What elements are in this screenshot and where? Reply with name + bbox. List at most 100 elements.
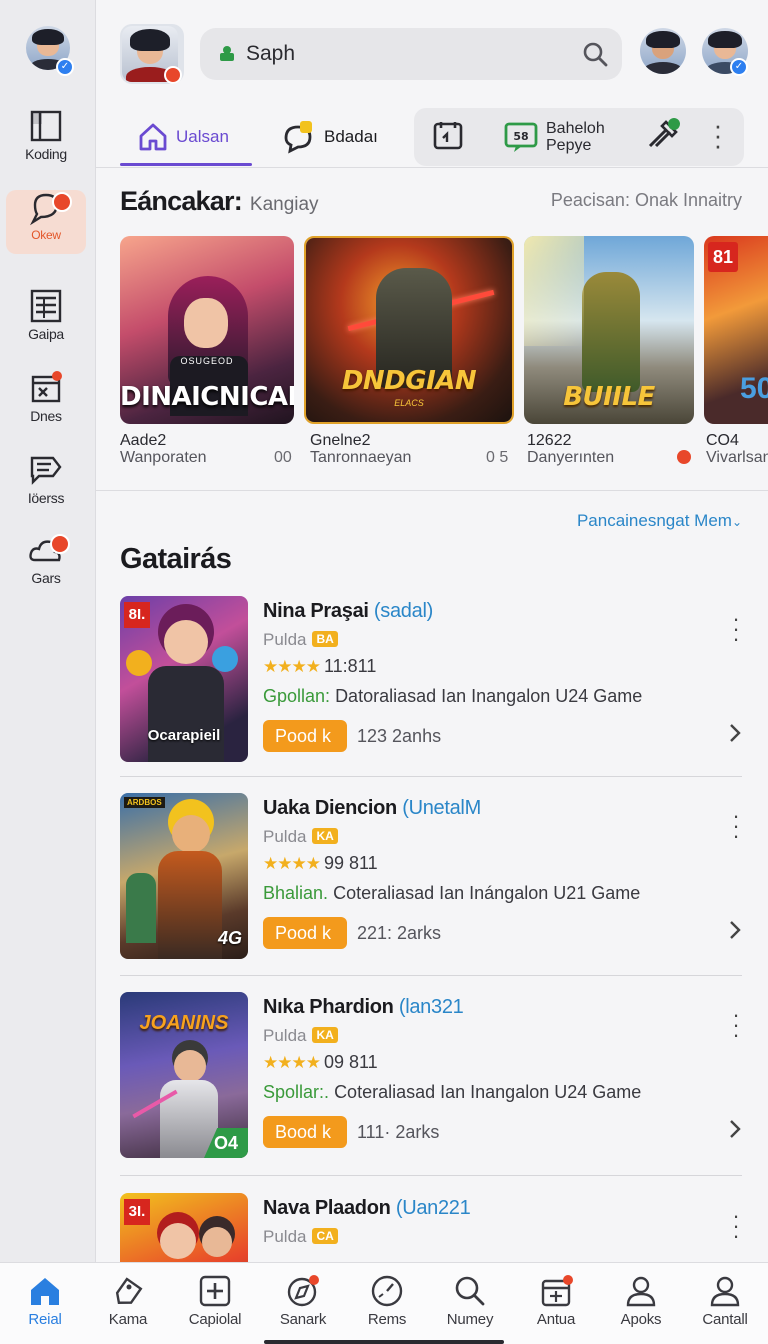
card-author: Vivarlsan: [706, 449, 768, 466]
chevron-right-icon[interactable]: [728, 919, 742, 941]
book-icon: [30, 110, 62, 142]
publisher-name: Pulda: [263, 1227, 307, 1246]
chevron-right-icon[interactable]: [728, 1118, 742, 1140]
card-meta: Gnelne2 Tanronnaeyan 0 5: [310, 432, 515, 466]
card-meta: Aade2 Wanporaten 00: [120, 432, 300, 466]
more-options-icon[interactable]: · · ·: [730, 1004, 742, 1046]
tools-icon[interactable]: [644, 116, 682, 154]
nav-label: Rems: [367, 1311, 407, 1328]
left-rail: ✓ Koding Okew Gaipa Dnes Iöerss Gars: [0, 0, 96, 1262]
featured-card[interactable]: BUIILE: [524, 236, 694, 424]
rating: ★★★★ 99 811: [263, 853, 378, 874]
rating-value: 09 811: [323, 1052, 378, 1072]
rail-item-dnes[interactable]: Dnes: [6, 370, 86, 434]
rail-item-ioerss[interactable]: Iöerss: [6, 452, 86, 516]
nav-item-apoks[interactable]: Apoks: [600, 1271, 682, 1337]
list-item[interactable]: ARDBOS 4G Uaka Diencion (UnetalM Pulda KA…: [120, 793, 742, 973]
notification-dot: [164, 66, 182, 84]
more-options-icon[interactable]: · · ·: [712, 112, 724, 158]
friend-avatar[interactable]: ✓: [702, 28, 748, 78]
tag-icon: [115, 1277, 143, 1304]
game-title: Nina Praşai: [263, 600, 369, 622]
card-author: Tanronnaeyan: [310, 449, 412, 466]
clipboard-icon[interactable]: [432, 120, 464, 152]
publisher: Pulda BA: [263, 630, 338, 650]
rail-item-gaipa[interactable]: Gaipa: [6, 288, 86, 352]
chevron-right-icon[interactable]: [728, 722, 742, 744]
age-chip: KA: [312, 828, 338, 844]
nav-label: Antua: [536, 1311, 576, 1328]
card-author: Danyerınten: [527, 449, 615, 466]
rail-item-okew[interactable]: Okew: [6, 190, 86, 254]
game-avatar[interactable]: [120, 24, 184, 84]
more-options-icon[interactable]: · · ·: [730, 1205, 742, 1247]
nav-item-cantall[interactable]: Cantall: [684, 1271, 766, 1337]
see-more-link[interactable]: Pancainesngat Mem⌄: [577, 511, 742, 531]
more-options-icon[interactable]: · · ·: [730, 805, 742, 847]
profile-icon: [710, 1276, 740, 1307]
active-tab-indicator: [120, 163, 252, 166]
publisher-name: Pulda: [263, 827, 307, 846]
genre: Bhalian.: [263, 883, 329, 903]
gauge-icon: [371, 1275, 403, 1307]
nav-item-kama[interactable]: Kama: [87, 1271, 169, 1337]
list-item[interactable]: 3I. Nava Plaadon (Uan221 Pulda CA · · ·: [120, 1193, 742, 1262]
nav-item-numey[interactable]: Numey: [429, 1271, 511, 1337]
game-name: Nava Plaadon (Uan221: [263, 1197, 471, 1220]
nav-item-antua[interactable]: Antua: [515, 1271, 597, 1337]
tab-home[interactable]: Ualsan: [136, 108, 229, 166]
list-item[interactable]: 8I. Ocarapieil Nina Praşai (sadal) Pulda…: [120, 596, 742, 776]
get-button[interactable]: Pood k: [263, 917, 347, 949]
age-chip: CA: [312, 1228, 338, 1244]
card-title: 12622: [527, 432, 572, 449]
search-icon[interactable]: [582, 41, 608, 67]
divider: [120, 1175, 742, 1176]
thumb-badge: 3I.: [124, 1199, 150, 1225]
download-count: 123 2anhs: [357, 726, 442, 746]
card-meta: CO4 Vivarlsan: [706, 432, 768, 466]
list-title: Gatairás: [120, 543, 232, 575]
featured-card[interactable]: DNDGIAN ELACS: [304, 236, 514, 424]
rail-item-gars[interactable]: Gars: [6, 532, 86, 596]
genre: Spollar:.: [263, 1082, 330, 1102]
get-button[interactable]: Pood k: [263, 720, 347, 752]
game-name: Nıka Phardion (lan321: [263, 996, 464, 1019]
card-caption: DNDGIAN: [341, 366, 477, 396]
friend-avatar[interactable]: [640, 28, 686, 78]
person-icon: [626, 1276, 656, 1307]
tab-chat[interactable]: Bdadaı: [280, 108, 378, 166]
game-name: Uaka Diencion (UnetalM: [263, 797, 481, 820]
home-icon: [139, 123, 167, 151]
user-avatar[interactable]: ✓: [24, 24, 74, 76]
game-thumbnail: 3I.: [120, 1193, 248, 1262]
search-bar[interactable]: [200, 28, 622, 80]
nav-item-sanark[interactable]: Sanark: [262, 1271, 344, 1337]
publisher-name: Pulda: [263, 1026, 307, 1045]
list-item[interactable]: JOANINS O4 Nıka Phardion (lan321 Pulda KA…: [120, 992, 742, 1172]
divider: [120, 975, 742, 976]
featured-filter-link[interactable]: Peacisan: Onak Innaitry: [551, 190, 742, 211]
nav-item-rems[interactable]: Rems: [346, 1271, 428, 1337]
game-title: Nava Plaadon: [263, 1197, 391, 1219]
featured-card[interactable]: OSUGEOD DINAICNICAN: [120, 236, 294, 424]
home-icon: [31, 1278, 59, 1305]
card-badge: 81: [708, 242, 738, 272]
get-button[interactable]: Bood k: [263, 1116, 347, 1148]
scoreboard-icon[interactable]: 58: [504, 120, 538, 154]
thumb-caption: 4G: [217, 928, 242, 948]
publisher-name: Pulda: [263, 630, 307, 649]
nav-item-capiolal[interactable]: Capiolal: [174, 1271, 256, 1337]
thumb-badge: ARDBOS: [124, 797, 165, 808]
featured-card[interactable]: 81 50: [704, 236, 768, 424]
rating-value: 99 811: [323, 853, 378, 873]
rail-label: Iöerss: [27, 490, 65, 506]
divider: [120, 776, 742, 777]
tab-group-label[interactable]: Baheloh Pepye: [546, 120, 605, 154]
rail-label: Dnes: [30, 408, 62, 424]
age-chip: BA: [312, 631, 338, 647]
rail-item-koding[interactable]: Koding: [6, 108, 86, 172]
nav-label: Numey: [446, 1311, 494, 1328]
search-input[interactable]: [246, 38, 566, 70]
nav-item-home[interactable]: Reial: [4, 1271, 86, 1337]
more-options-icon[interactable]: · · ·: [730, 608, 742, 650]
